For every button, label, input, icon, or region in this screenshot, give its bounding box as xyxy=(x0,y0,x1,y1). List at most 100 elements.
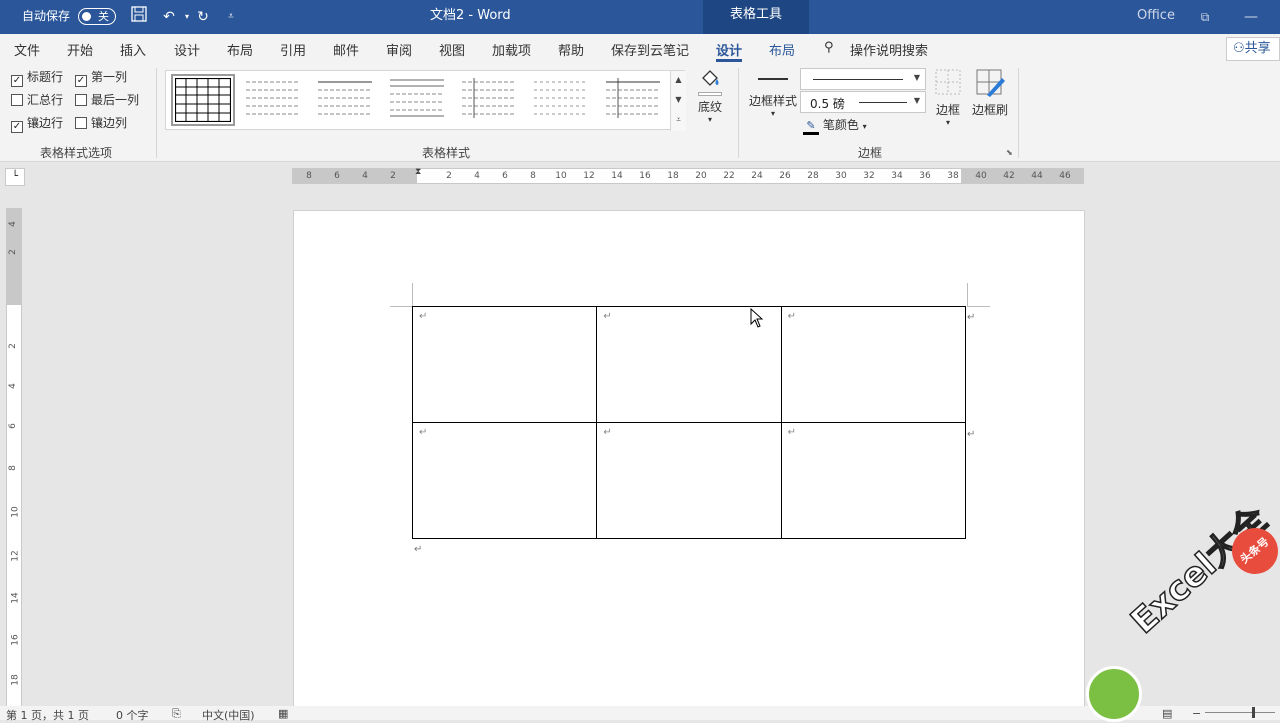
table-style-4[interactable] xyxy=(460,76,520,124)
border-styles-button[interactable]: 边框样式 ▾ xyxy=(746,68,800,118)
ruler-number: 4 xyxy=(362,171,368,181)
table-cell[interactable]: ↵ xyxy=(411,422,598,539)
gallery-scroll-up-icon[interactable]: ▲ xyxy=(670,71,686,91)
checkbox-header-row[interactable]: ✓ 标题行 xyxy=(11,70,63,87)
ruler-number: 2 xyxy=(390,171,396,181)
tab-home[interactable]: 开始 xyxy=(67,40,93,59)
page-count[interactable]: 第 1 页，共 1 页 xyxy=(6,707,89,723)
document-table[interactable]: ↵ ↵ ↵ ↵ ↵ ↵ xyxy=(411,306,967,539)
tab-layout[interactable]: 布局 xyxy=(227,40,253,59)
ruler-number: 8 xyxy=(7,465,18,471)
tab-view[interactable]: 视图 xyxy=(439,40,465,59)
redo-icon[interactable]: ↻ xyxy=(192,6,214,28)
dialog-launcher-icon[interactable]: ⬊ xyxy=(1006,148,1013,157)
checkbox-box: ✓ xyxy=(11,121,23,133)
account-name[interactable]: Office xyxy=(1137,0,1175,34)
checkbox-label: 最后一列 xyxy=(91,93,140,107)
ruler-number: 34 xyxy=(891,171,903,181)
tell-me-search[interactable]: 操作说明搜索 xyxy=(850,40,928,59)
checkbox-label: 汇总行 xyxy=(27,93,64,107)
checkbox-label: 第一列 xyxy=(91,70,128,84)
checkbox-box xyxy=(75,117,87,129)
ruler-number: 14 xyxy=(10,592,21,604)
tab-design[interactable]: 设计 xyxy=(174,40,200,59)
table-style-3[interactable] xyxy=(388,76,448,124)
tab-save-to-cloud-notes[interactable]: 保存到云笔记 xyxy=(611,40,689,59)
minimize-icon[interactable]: — xyxy=(1240,6,1262,28)
macro-record-icon[interactable]: ▦ xyxy=(278,707,288,720)
table-cell[interactable]: ↵ xyxy=(411,306,598,423)
save-icon[interactable] xyxy=(128,6,150,28)
ruler-number: 4 xyxy=(474,171,480,181)
read-mode-icon[interactable]: ▤ xyxy=(1162,707,1172,720)
chevron-down-icon: ▼ xyxy=(913,96,920,105)
ruler-number: 2 xyxy=(7,249,18,255)
zoom-out-icon[interactable]: − xyxy=(1192,707,1201,720)
checkbox-first-column[interactable]: ✓ 第一列 xyxy=(75,70,127,87)
word-count[interactable]: 0 个字 xyxy=(116,707,149,723)
borders-button[interactable]: 边框 ▾ xyxy=(932,68,964,127)
toggle-knob xyxy=(82,12,91,21)
ruler-number: 22 xyxy=(723,171,735,181)
tab-table-design[interactable]: 设计 xyxy=(716,40,743,62)
table-style-plain-grid[interactable] xyxy=(171,74,235,126)
share-button[interactable]: ⚇共享 xyxy=(1226,37,1280,61)
ruler-number: 46 xyxy=(1059,171,1071,181)
table-cell[interactable]: ↵ xyxy=(780,306,967,423)
tab-mailings[interactable]: 邮件 xyxy=(333,40,359,59)
ribbon: ✓ 标题行 ✓ 第一列 汇总行 最后一列 ✓ 镶边行 镶边列 表格样式选项 ▲ ▼ ⩡… xyxy=(0,62,1280,162)
horizontal-ruler[interactable]: ⧗ 8 6 4 2 2 4 6 8 10 12 14 16 18 20 22 2… xyxy=(292,167,1084,184)
checkbox-banded-columns[interactable]: 镶边列 xyxy=(75,116,127,130)
zoom-slider[interactable] xyxy=(1205,712,1275,713)
tab-insert[interactable]: 插入 xyxy=(120,40,146,59)
group-label-table-style-options: 表格样式选项 xyxy=(40,146,113,160)
table-style-5[interactable] xyxy=(532,76,592,124)
line-weight-value: 0.5 磅 xyxy=(810,97,845,111)
tab-addins[interactable]: 加载项 xyxy=(492,40,531,59)
ribbon-tabs: 文件 开始 插入 设计 布局 引用 邮件 审阅 视图 加载项 帮助 保存到云笔记… xyxy=(0,34,1280,62)
ruler-number: 20 xyxy=(695,171,707,181)
indent-marker-icon[interactable]: ⧗ xyxy=(415,167,421,177)
table-cell[interactable]: ↵ xyxy=(596,422,782,539)
gallery-scroll-down-icon[interactable]: ▼ xyxy=(670,91,686,111)
ruler-number: 44 xyxy=(1031,171,1043,181)
tab-references[interactable]: 引用 xyxy=(280,40,306,59)
table-style-6[interactable] xyxy=(604,76,664,124)
tab-help[interactable]: 帮助 xyxy=(558,40,584,59)
tab-file[interactable]: 文件 xyxy=(14,40,40,59)
ruler-number: 36 xyxy=(919,171,931,181)
crop-mark xyxy=(412,283,413,307)
chevron-down-icon: ▾ xyxy=(862,122,867,131)
border-painter-button[interactable]: 边框刷 xyxy=(970,68,1010,118)
table-style-1[interactable] xyxy=(244,76,304,124)
search-icon[interactable]: ⚲ xyxy=(824,40,834,55)
pen-color-button[interactable]: ✎ 笔颜色 ▾ xyxy=(803,116,867,135)
checkbox-total-row[interactable]: 汇总行 xyxy=(11,93,63,107)
line-style-dropdown[interactable]: ▼ xyxy=(800,68,926,90)
chevron-down-icon: ▾ xyxy=(770,109,775,118)
table-style-2[interactable] xyxy=(316,76,376,124)
border-painter-icon xyxy=(970,68,1010,98)
tab-table-layout[interactable]: 布局 xyxy=(769,40,795,59)
line-weight-dropdown[interactable]: 0.5 磅 ▼ xyxy=(800,91,926,113)
customize-qat-icon[interactable]: ⩡ xyxy=(220,6,242,28)
ruler-number: 2 xyxy=(446,171,452,181)
language-indicator[interactable]: 中文(中国) xyxy=(202,707,255,723)
zoom-slider-thumb[interactable] xyxy=(1252,707,1255,718)
autosave-toggle[interactable]: 关 xyxy=(78,8,116,25)
proofing-icon[interactable]: ⎘ xyxy=(172,707,181,721)
ruler-number: 16 xyxy=(639,171,651,181)
checkbox-label: 标题行 xyxy=(27,70,64,84)
share-label: 共享 xyxy=(1244,41,1271,56)
tab-selector-icon[interactable]: └ xyxy=(5,168,25,186)
shading-button[interactable]: 底纹 ▾ xyxy=(692,68,728,124)
vertical-ruler[interactable]: 4 2 2 4 6 8 10 12 14 16 18 xyxy=(6,208,22,720)
group-separator xyxy=(1018,68,1019,158)
gallery-more-icon[interactable]: ⩡ xyxy=(670,111,686,131)
title-bar: 自动保存 关 ↶ ▾ ↻ ⩡ 文档2 - Word 表格工具 Office ⧉ … xyxy=(0,0,1280,34)
ribbon-display-options-icon[interactable]: ⧉ xyxy=(1194,6,1216,28)
checkbox-banded-rows[interactable]: ✓ 镶边行 xyxy=(11,116,63,133)
checkbox-last-column[interactable]: 最后一列 xyxy=(75,93,139,107)
table-cell[interactable]: ↵ xyxy=(780,422,967,539)
tab-review[interactable]: 审阅 xyxy=(386,40,412,59)
